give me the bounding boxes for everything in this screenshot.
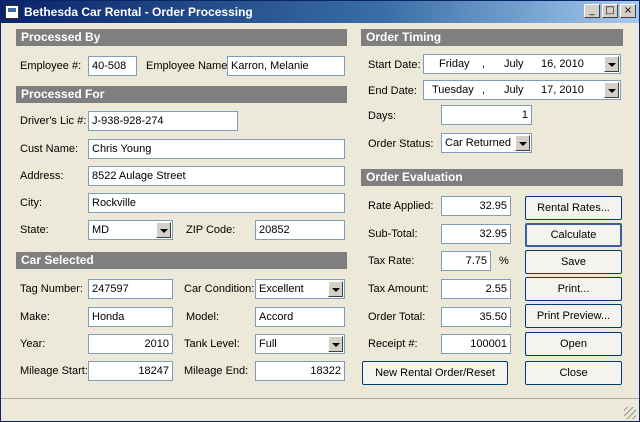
start-date-rest: 16, 2010 [541, 58, 584, 70]
tank-level-value: Full [259, 338, 277, 350]
state-combo[interactable]: MD [88, 220, 173, 240]
state-value: MD [92, 224, 110, 236]
new-order-reset-button[interactable]: New Rental Order/Reset [362, 361, 508, 385]
tax-amount-field[interactable]: 2.55 [441, 279, 511, 299]
start-date-picker[interactable]: Friday , July 16, 2010 [423, 54, 621, 74]
year-label: Year: [20, 338, 46, 350]
chevron-down-icon[interactable] [328, 336, 343, 352]
chevron-down-icon[interactable] [515, 135, 530, 151]
car-selected-header: Car Selected [16, 252, 347, 269]
sub-total-field[interactable]: 32.95 [441, 224, 511, 244]
close-button[interactable]: Close [525, 361, 622, 385]
percent-sign: % [499, 255, 509, 267]
end-date-label: End Date: [368, 85, 417, 97]
app-icon [5, 5, 19, 19]
receipt-number-field[interactable]: 100001 [441, 334, 511, 354]
end-date-rest: 17, 2010 [541, 84, 584, 96]
employee-name-field[interactable]: Karron, Melanie [227, 56, 345, 76]
tank-level-label: Tank Level: [184, 338, 240, 350]
start-date-label: Start Date: [368, 59, 421, 71]
tag-number-field[interactable]: 247597 [88, 279, 173, 299]
tank-level-combo[interactable]: Full [255, 334, 345, 354]
days-field[interactable]: 1 [441, 105, 532, 125]
processed-for-header: Processed For [16, 86, 347, 103]
rate-applied-field[interactable]: 32.95 [441, 196, 511, 216]
make-label: Make: [20, 311, 50, 323]
model-field[interactable]: Accord [255, 307, 345, 327]
address-field[interactable]: 8522 Aulage Street [88, 166, 345, 186]
car-condition-value: Excellent [259, 283, 304, 295]
zip-code-label: ZIP Code: [186, 224, 236, 236]
minimize-icon[interactable]: _ [584, 4, 600, 18]
calendar-dropdown-icon[interactable] [604, 82, 619, 98]
print-button[interactable]: Print... [525, 277, 622, 301]
drivers-license-field[interactable]: J-938-928-274 [88, 111, 238, 131]
end-day: Tuesday [432, 84, 474, 96]
order-evaluation-header: Order Evaluation [361, 169, 623, 186]
city-label: City: [20, 197, 42, 209]
mileage-start-label: Mileage Start: [20, 365, 88, 377]
employee-number-field[interactable]: 40-508 [88, 56, 137, 76]
start-sep: , [482, 58, 486, 70]
close-icon[interactable]: × [620, 4, 636, 18]
order-status-combo[interactable]: Car Returned [441, 133, 532, 153]
chevron-down-icon[interactable] [156, 222, 171, 238]
status-bar [1, 398, 639, 421]
drivers-license-label: Driver's Lic #: [20, 115, 87, 127]
end-sep: , [482, 84, 486, 96]
state-label: State: [20, 224, 49, 236]
chevron-down-icon[interactable] [328, 281, 343, 297]
window-controls: _ □ × [584, 4, 636, 18]
tag-number-label: Tag Number: [20, 283, 83, 295]
calculate-button[interactable]: Calculate [525, 223, 622, 247]
open-button[interactable]: Open [525, 332, 622, 356]
order-total-field[interactable]: 35.50 [441, 307, 511, 327]
resize-grip-icon[interactable] [624, 407, 636, 419]
start-day: Friday [439, 58, 470, 70]
tax-amount-label: Tax Amount: [368, 283, 429, 295]
sub-total-label: Sub-Total: [368, 228, 418, 240]
car-condition-label: Car Condition: [184, 283, 255, 295]
mileage-end-label: Mileage End: [184, 365, 249, 377]
app-window: Bethesda Car Rental - Order Processing _… [0, 0, 640, 422]
order-status-value: Car Returned [445, 137, 512, 149]
year-field[interactable]: 2010 [88, 334, 173, 354]
mileage-start-field[interactable]: 18247 [88, 361, 173, 381]
customer-name-field[interactable]: Chris Young [88, 139, 345, 159]
days-label: Days: [368, 110, 397, 122]
processed-by-header: Processed By [16, 29, 347, 46]
customer-name-label: Cust Name: [20, 143, 79, 155]
print-preview-button[interactable]: Print Preview... [525, 304, 622, 328]
car-condition-combo[interactable]: Excellent [255, 279, 345, 299]
employee-number-label: Employee #: [20, 60, 82, 72]
rental-rates-button[interactable]: Rental Rates... [525, 196, 622, 220]
window-title: Bethesda Car Rental - Order Processing [24, 5, 253, 19]
tax-rate-field[interactable]: 7.75 [441, 251, 491, 271]
address-label: Address: [20, 170, 64, 182]
order-timing-header: Order Timing [361, 29, 623, 46]
make-field[interactable]: Honda [88, 307, 173, 327]
zip-code-field[interactable]: 20852 [255, 220, 345, 240]
city-field[interactable]: Rockville [88, 193, 345, 213]
tax-rate-label: Tax Rate: [368, 255, 415, 267]
maximize-icon[interactable]: □ [602, 4, 618, 18]
calendar-dropdown-icon[interactable] [604, 56, 619, 72]
save-button[interactable]: Save [525, 250, 622, 274]
end-month: July [504, 84, 524, 96]
order-status-label: Order Status: [368, 138, 434, 150]
receipt-number-label: Receipt #: [368, 338, 418, 350]
employee-name-label: Employee Name: [146, 60, 231, 72]
order-total-label: Order Total: [368, 311, 426, 323]
model-label: Model: [186, 311, 220, 323]
end-date-picker[interactable]: Tuesday , July 17, 2010 [423, 80, 621, 100]
mileage-end-field[interactable]: 18322 [255, 361, 345, 381]
title-bar[interactable]: Bethesda Car Rental - Order Processing _… [1, 1, 639, 23]
rate-applied-label: Rate Applied: [368, 200, 434, 212]
start-month: July [504, 58, 524, 70]
